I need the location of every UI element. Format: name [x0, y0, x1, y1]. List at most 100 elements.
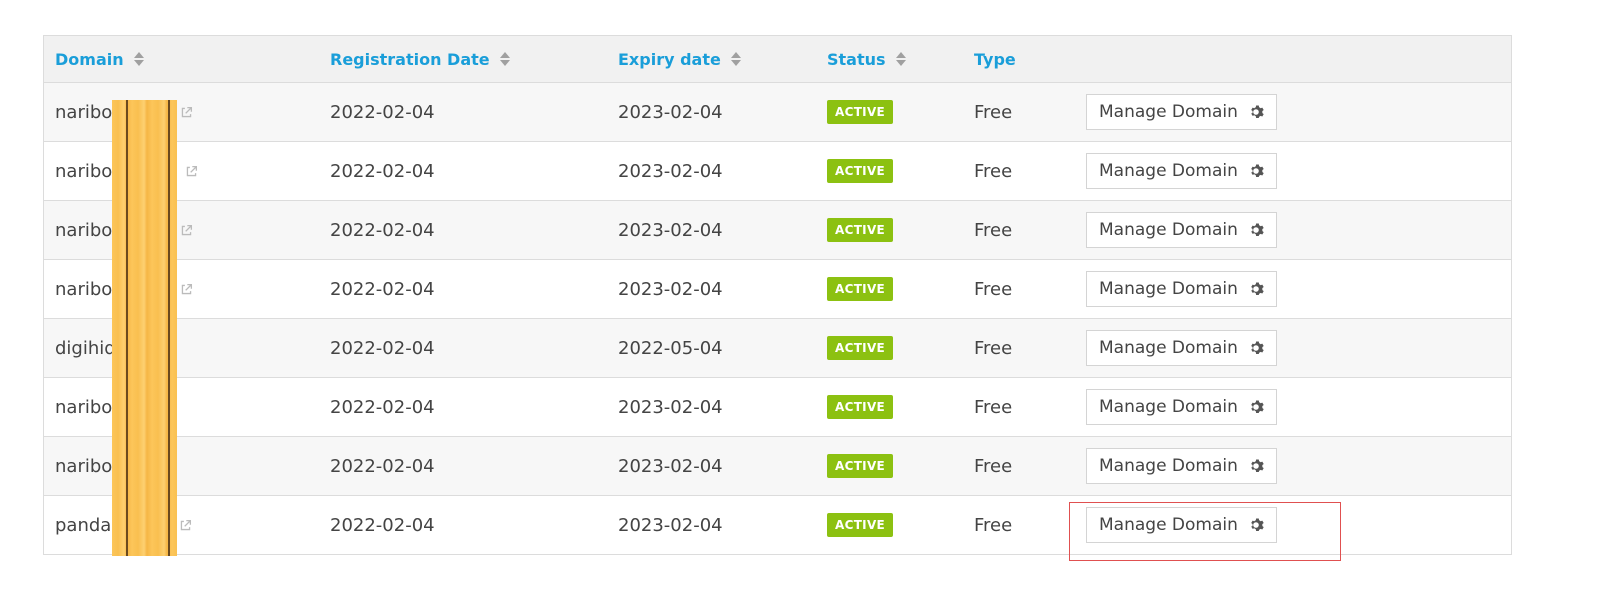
sort-icon: [133, 51, 144, 67]
action-cell: Manage Domain: [1086, 260, 1277, 318]
external-link-icon[interactable]: [180, 283, 193, 296]
action-cell: Manage Domain: [1086, 201, 1277, 259]
type-cell: Free: [974, 496, 1012, 554]
domain-name-link[interactable]: panda: [55, 515, 111, 536]
status-badge: ACTIVE: [827, 100, 894, 124]
status-badge: ACTIVE: [827, 454, 894, 478]
registration-date-cell: 2022-02-04: [330, 496, 435, 554]
expiry-date-cell: 2023-02-04: [618, 378, 723, 436]
table-row: naribo 2022-02-04 2023-02-04 ACTIVE Free…: [44, 83, 1511, 142]
expiry-date: 2023-02-04: [618, 455, 723, 477]
expiry-date-cell: 2023-02-04: [618, 201, 723, 259]
domain-name-link[interactable]: naribo: [55, 397, 112, 418]
domain-type: Free: [974, 278, 1013, 300]
gear-icon: [1251, 105, 1264, 118]
manage-domain-label: Manage Domain: [1099, 279, 1238, 299]
gear-icon: [1251, 341, 1264, 354]
manage-domain-button[interactable]: Manage Domain: [1086, 271, 1277, 307]
expiry-date: 2023-02-04: [618, 514, 723, 536]
manage-domain-button[interactable]: Manage Domain: [1086, 212, 1277, 248]
status-cell: ACTIVE: [827, 496, 894, 554]
registration-date: 2022-02-04: [330, 160, 435, 182]
action-cell: Manage Domain: [1086, 83, 1277, 141]
type-cell: Free: [974, 201, 1012, 259]
domain-name-link[interactable]: naribo: [55, 220, 112, 241]
registration-date-cell: 2022-02-04: [330, 260, 435, 318]
domain-type: Free: [974, 514, 1013, 536]
manage-domain-label: Manage Domain: [1099, 220, 1238, 240]
registration-date: 2022-02-04: [330, 396, 435, 418]
registration-date-cell: 2022-02-04: [330, 142, 435, 200]
manage-domain-button[interactable]: Manage Domain: [1086, 507, 1277, 543]
manage-domain-label: Manage Domain: [1099, 102, 1238, 122]
domain-name-link[interactable]: naribo: [55, 279, 112, 300]
type-cell: Free: [974, 378, 1012, 436]
column-header-type[interactable]: Type: [974, 36, 1016, 82]
type-cell: Free: [974, 260, 1012, 318]
column-header-status[interactable]: Status: [827, 36, 906, 82]
column-header-expiry-date[interactable]: Expiry date: [618, 36, 741, 82]
manage-domain-button[interactable]: Manage Domain: [1086, 389, 1277, 425]
sort-icon: [895, 51, 906, 67]
status-badge: ACTIVE: [827, 513, 894, 537]
manage-domain-button[interactable]: Manage Domain: [1086, 94, 1277, 130]
domain-name-link[interactable]: naribo: [55, 102, 112, 123]
gear-icon: [1251, 223, 1264, 236]
external-link-icon[interactable]: [185, 165, 198, 178]
external-link-icon[interactable]: [180, 224, 193, 237]
external-link-icon[interactable]: [179, 519, 192, 532]
manage-domain-label: Manage Domain: [1099, 456, 1238, 476]
registration-date-cell: 2022-02-04: [330, 319, 435, 377]
table-row: naribo 2022-02-04 2023-02-04 ACTIVE Free…: [44, 378, 1511, 437]
expiry-date: 2023-02-04: [618, 160, 723, 182]
gear-icon: [1251, 400, 1264, 413]
redaction-overlay: [112, 100, 177, 556]
table-row: naribo 2022-02-04 2023-02-04 ACTIVE Free…: [44, 201, 1511, 260]
status-badge: ACTIVE: [827, 336, 894, 360]
registration-date: 2022-02-04: [330, 278, 435, 300]
gear-icon: [1251, 164, 1264, 177]
action-cell: Manage Domain: [1086, 437, 1277, 495]
domains-table: Domain Registration Date Expiry date Sta…: [43, 35, 1512, 555]
type-cell: Free: [974, 319, 1012, 377]
table-body: naribo 2022-02-04 2023-02-04 ACTIVE Free…: [44, 83, 1511, 554]
action-cell: Manage Domain: [1086, 496, 1277, 554]
expiry-date-cell: 2023-02-04: [618, 496, 723, 554]
expiry-date: 2023-02-04: [618, 396, 723, 418]
manage-domain-button[interactable]: Manage Domain: [1086, 153, 1277, 189]
expiry-date-cell: 2023-02-04: [618, 437, 723, 495]
manage-domain-button[interactable]: Manage Domain: [1086, 330, 1277, 366]
status-badge: ACTIVE: [827, 277, 894, 301]
column-header-label: Registration Date: [330, 49, 490, 69]
type-cell: Free: [974, 83, 1012, 141]
expiry-date: 2023-02-04: [618, 278, 723, 300]
column-header-domain[interactable]: Domain: [55, 36, 144, 82]
action-cell: Manage Domain: [1086, 319, 1277, 377]
status-cell: ACTIVE: [827, 142, 894, 200]
domain-name-link[interactable]: digihid: [55, 338, 116, 359]
manage-domain-button[interactable]: Manage Domain: [1086, 448, 1277, 484]
registration-date-cell: 2022-02-04: [330, 378, 435, 436]
table-row: naribo 2022-02-04 2023-02-04 ACTIVE Free…: [44, 437, 1511, 496]
expiry-date: 2022-05-04: [618, 337, 723, 359]
table-header: Domain Registration Date Expiry date Sta…: [44, 36, 1511, 83]
column-header-label: Status: [827, 49, 886, 69]
column-header-registration-date[interactable]: Registration Date: [330, 36, 510, 82]
type-cell: Free: [974, 437, 1012, 495]
domain-name-link[interactable]: naribo: [55, 456, 112, 477]
gear-icon: [1251, 459, 1264, 472]
domain-type: Free: [974, 396, 1013, 418]
domain-name-link[interactable]: naribo: [55, 161, 112, 182]
status-badge: ACTIVE: [827, 159, 894, 183]
status-badge: ACTIVE: [827, 395, 894, 419]
registration-date: 2022-02-04: [330, 219, 435, 241]
gear-icon: [1251, 518, 1264, 531]
expiry-date: 2023-02-04: [618, 101, 723, 123]
expiry-date: 2023-02-04: [618, 219, 723, 241]
manage-domain-label: Manage Domain: [1099, 397, 1238, 417]
manage-domain-label: Manage Domain: [1099, 515, 1238, 535]
external-link-icon[interactable]: [180, 106, 193, 119]
status-cell: ACTIVE: [827, 83, 894, 141]
column-header-label: Expiry date: [618, 49, 721, 69]
table-row: panda 2022-02-04 2023-02-04 ACTIVE Free …: [44, 496, 1511, 554]
